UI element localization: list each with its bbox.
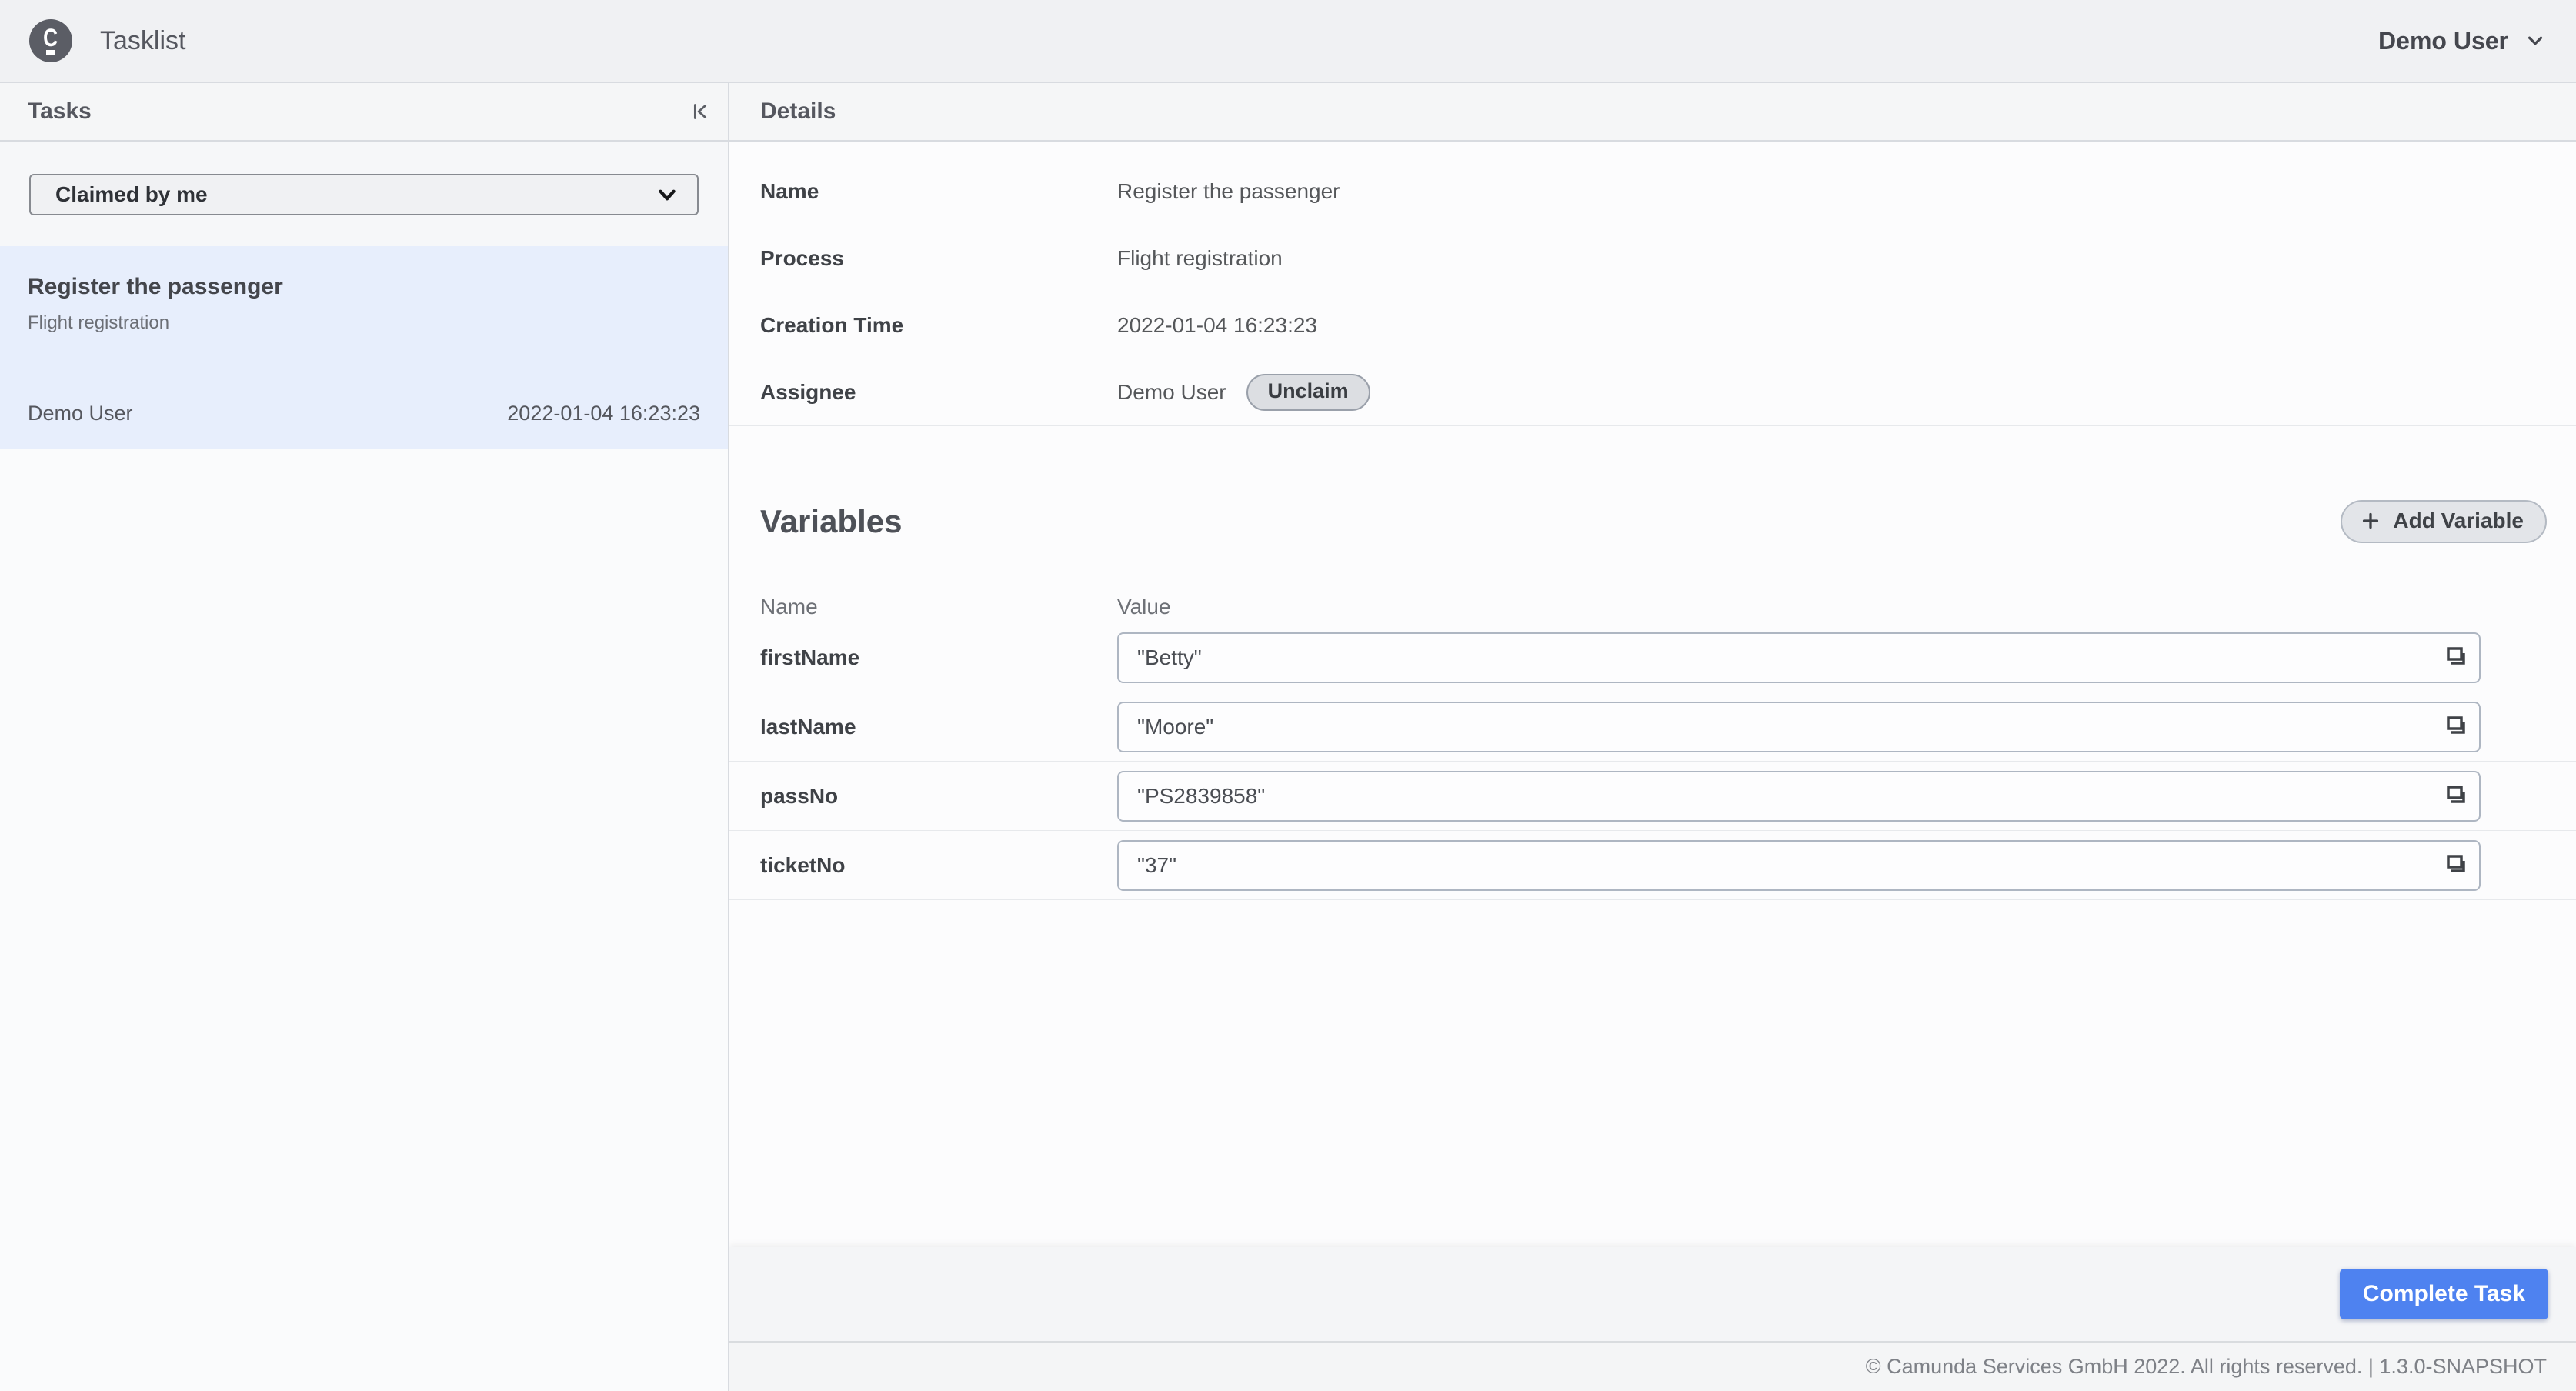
details-panel: Details Name Register the passenger Proc… [729, 83, 2576, 1391]
detail-label: Process [760, 246, 844, 270]
chevron-down-icon [2524, 29, 2547, 52]
app-title: Tasklist [100, 25, 186, 55]
task-filter-select[interactable]: Claimed by me [29, 174, 699, 215]
variable-row-ticketNo: ticketNo "37" [729, 831, 2576, 900]
collapse-area [672, 83, 728, 140]
copyright-text: © Camunda Services GmbH 2022. All rights… [1865, 1355, 2547, 1378]
details-content: Name Register the passenger Process Flig… [729, 142, 2576, 1391]
camunda-logo-icon: C [29, 19, 72, 62]
tasks-panel-header: Tasks [0, 83, 728, 142]
task-list-item[interactable]: Register the passenger Flight registrati… [0, 246, 728, 449]
copy-icon [2442, 782, 2470, 809]
detail-label: Creation Time [760, 313, 904, 337]
variables-name-column-header: Name [760, 595, 818, 619]
detail-row-creation-time: Creation Time 2022-01-04 16:23:23 [729, 292, 2576, 359]
variable-value-wrap: "PS2839858" [1117, 770, 2481, 822]
detail-row-process: Process Flight registration [729, 225, 2576, 292]
main-split: Tasks Claimed by me Register the passeng… [0, 83, 2576, 1391]
variable-row-firstName: firstName "Betty" [729, 623, 2576, 692]
variable-value-input[interactable]: "37" [1117, 839, 2481, 891]
variable-value-input[interactable]: "PS2839858" [1117, 770, 2481, 822]
variables-header: Variables Add Variable [729, 500, 2576, 543]
tasks-panel: Tasks Claimed by me Register the passeng… [0, 83, 729, 1391]
detail-value: 2022-01-04 16:23:23 [1117, 313, 1317, 337]
variable-name: lastName [760, 714, 856, 739]
detail-label: Assignee [760, 380, 856, 404]
user-name: Demo User [2378, 26, 2508, 55]
copy-button[interactable] [2439, 709, 2473, 743]
tasks-panel-title: Tasks [28, 98, 92, 124]
details-table: Name Register the passenger Process Flig… [729, 142, 2576, 426]
variables-column-headers: Name Value [729, 591, 2576, 623]
variable-value-wrap: "Moore" [1117, 701, 2481, 752]
user-menu[interactable]: Demo User [2378, 27, 2547, 55]
variable-row-lastName: lastName "Moore" [729, 692, 2576, 762]
copy-icon [2442, 643, 2470, 671]
detail-value: Register the passenger [1117, 179, 1340, 203]
action-bar: Complete Task [729, 1247, 2576, 1341]
task-meta: Demo User 2022-01-04 16:23:23 [28, 402, 700, 425]
variables-value-column-header: Value [1117, 595, 1171, 619]
copy-button[interactable] [2439, 779, 2473, 812]
filter-bar: Claimed by me [0, 142, 728, 246]
unclaim-button[interactable]: Unclaim [1246, 374, 1370, 411]
add-variable-button[interactable]: Add Variable [2341, 500, 2547, 543]
copy-icon [2442, 712, 2470, 740]
copy-button[interactable] [2439, 848, 2473, 882]
variable-value-input[interactable]: "Betty" [1117, 632, 2481, 683]
assignee-value: Demo User [1117, 380, 1226, 404]
variable-value-input[interactable]: "Moore" [1117, 701, 2481, 752]
details-panel-title: Details [760, 98, 836, 124]
app-header: C Tasklist Demo User [0, 0, 2576, 83]
detail-row-assignee: Assignee Demo User Unclaim [729, 359, 2576, 426]
detail-value: Demo User Unclaim [1117, 374, 1370, 411]
detail-label: Name [760, 179, 819, 203]
variable-value-wrap: "Betty" [1117, 632, 2481, 683]
details-panel-header: Details [729, 83, 2576, 142]
footer-bar: © Camunda Services GmbH 2022. All rights… [729, 1341, 2576, 1391]
task-process: Flight registration [28, 312, 170, 333]
chevron-down-icon [656, 183, 679, 206]
detail-row-name: Name Register the passenger [729, 158, 2576, 225]
variable-name: ticketNo [760, 852, 846, 877]
task-creation-time: 2022-01-04 16:23:23 [507, 402, 700, 425]
variable-row-passNo: passNo "PS2839858" [729, 762, 2576, 831]
complete-task-button[interactable]: Complete Task [2339, 1269, 2548, 1319]
task-assignee: Demo User [28, 402, 133, 425]
add-variable-label: Add Variable [2393, 509, 2524, 532]
variable-name: passNo [760, 783, 839, 808]
copy-icon [2442, 851, 2470, 879]
detail-value: Flight registration [1117, 246, 1283, 270]
collapse-panel-icon [687, 98, 713, 125]
variables-title: Variables [760, 503, 903, 539]
variable-value-wrap: "37" [1117, 839, 2481, 891]
plus-icon [2359, 509, 2382, 532]
variable-name: firstName [760, 645, 860, 669]
collapse-panel-button[interactable] [672, 83, 728, 140]
logo-letter: C [43, 24, 58, 52]
copy-button[interactable] [2439, 640, 2473, 674]
task-name: Register the passenger [28, 274, 283, 299]
filter-selected-label: Claimed by me [55, 182, 208, 206]
